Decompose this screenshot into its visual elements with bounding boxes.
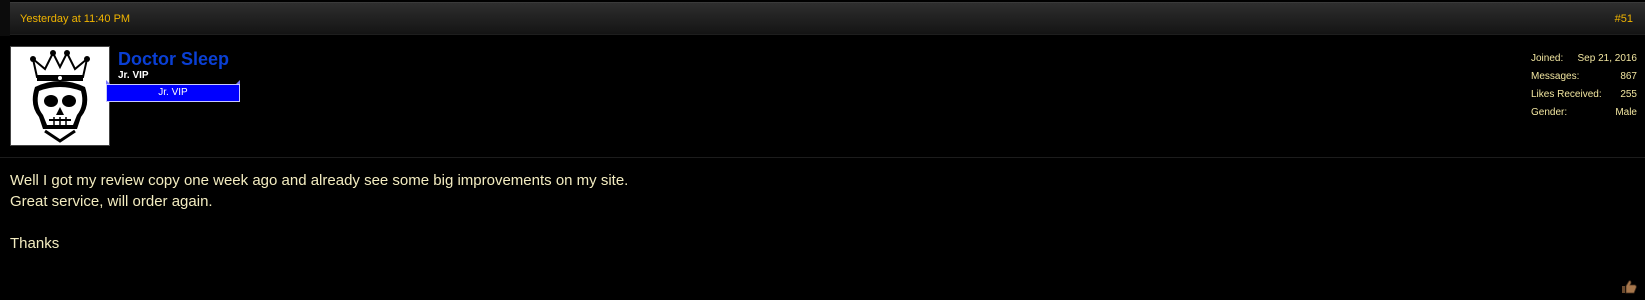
stat-messages: Messages: 867: [1531, 71, 1637, 89]
stat-value: 255: [1620, 89, 1637, 100]
stat-value[interactable]: 867: [1620, 71, 1637, 82]
username-link[interactable]: Doctor Sleep: [118, 49, 229, 70]
skull-crown-icon: [30, 50, 90, 143]
stat-label: Joined:: [1531, 53, 1564, 64]
message-line: Thanks: [10, 235, 60, 252]
stat-likes-received: Likes Received: 255: [1531, 89, 1637, 107]
stat-label: Messages:: [1531, 71, 1580, 82]
stat-value: Male: [1615, 107, 1637, 118]
left-strip: [0, 0, 10, 36]
user-banner: Jr. VIP: [106, 80, 240, 102]
user-title: Jr. VIP: [118, 70, 149, 81]
post-header: Yesterday at 11:40 PM #51: [10, 2, 1645, 35]
stat-label: Likes Received:: [1531, 89, 1602, 100]
message-gap: [10, 212, 628, 233]
message-line: Well I got my review copy one week ago a…: [10, 172, 629, 189]
thumbs-up-icon[interactable]: [1621, 280, 1637, 294]
forum-post: Yesterday at 11:40 PM #51 Doctor Sleep J…: [0, 0, 1645, 300]
stat-value: Sep 21, 2016: [1577, 53, 1638, 64]
message-body: Well I got my review copy one week ago a…: [10, 170, 628, 254]
user-stats: Joined: Sep 21, 2016 Messages: 867 Likes…: [1531, 53, 1637, 125]
post-number-link[interactable]: #51: [1615, 13, 1633, 25]
stat-joined: Joined: Sep 21, 2016: [1531, 53, 1637, 71]
post-date-link[interactable]: Yesterday at 11:40 PM: [20, 13, 130, 25]
divider: [0, 157, 1645, 158]
stat-gender: Gender: Male: [1531, 107, 1637, 125]
message-line: Great service, will order again.: [10, 193, 213, 210]
stat-label: Gender:: [1531, 107, 1568, 118]
avatar[interactable]: [10, 46, 110, 146]
